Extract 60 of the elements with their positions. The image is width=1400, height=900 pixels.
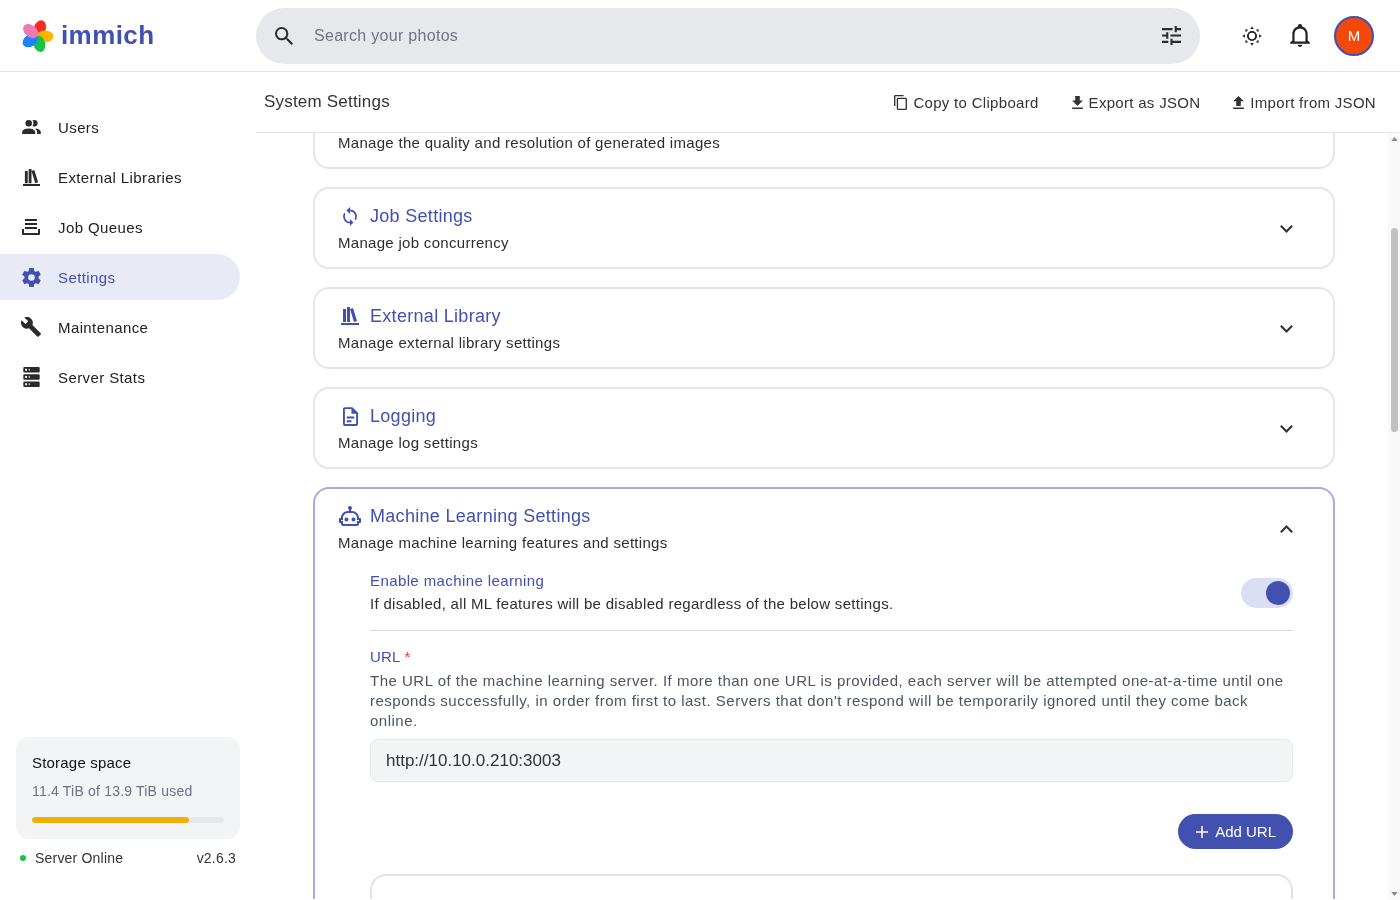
section-title: External Library xyxy=(370,305,501,328)
storage-title: Storage space xyxy=(32,753,133,773)
sidebar-item[interactable]: External Libraries xyxy=(0,154,240,200)
section-title: Logging xyxy=(370,405,437,428)
page-title: System Settings xyxy=(264,92,391,112)
avatar[interactable]: M xyxy=(1334,15,1374,56)
required-mark: * xyxy=(404,647,411,667)
robot-icon xyxy=(339,506,361,526)
chevron-down-icon[interactable] xyxy=(1280,224,1293,233)
document-icon xyxy=(342,406,358,426)
chevron-down-icon[interactable] xyxy=(1280,324,1293,333)
wrench-icon xyxy=(21,317,41,337)
setting-description: If disabled, all ML features will be disabled regardless of the below settings. xyxy=(370,594,895,614)
sidebar-item[interactable]: Users xyxy=(0,104,240,150)
section-description: Manage machine learning features and settings xyxy=(338,533,669,553)
server-icon xyxy=(22,367,40,387)
scrollbar-thumb[interactable] xyxy=(1390,228,1398,432)
bookshelf-icon xyxy=(341,307,359,325)
sidebar-item[interactable]: Settings xyxy=(0,254,240,300)
logo-icon[interactable] xyxy=(20,18,54,53)
app-name[interactable]: immich xyxy=(61,20,155,51)
field-label: URL xyxy=(370,647,401,667)
server-status: Server Online xyxy=(35,850,125,866)
section-description: Manage log settings xyxy=(338,433,479,453)
add-url-button[interactable]: Add URL xyxy=(1178,814,1293,849)
url-input[interactable]: http://10.10.0.210:3003 xyxy=(370,739,1293,782)
storage-usage: 11.4 TiB of 13.9 TiB used xyxy=(32,782,194,801)
scroll-down-icon[interactable] xyxy=(1390,892,1398,896)
field-description: The URL of the machine learning server. If more than one URL is provided, each server will be attempted one-at-a-time until one responds successfully, in order from first to last. Servers that don't respond will be temporarily ignored until they come back online. xyxy=(370,671,1285,731)
section-title: Machine Learning Settings xyxy=(370,505,591,528)
sidebar-item[interactable]: Job Queues xyxy=(0,204,240,250)
bookshelf-icon xyxy=(22,168,40,186)
settings-icon xyxy=(21,267,41,287)
chevron-down-icon[interactable] xyxy=(1280,424,1293,433)
export-button[interactable]: Export as JSON xyxy=(1071,93,1201,111)
section-title: Job Settings xyxy=(370,205,473,228)
sync-icon xyxy=(343,206,357,226)
search-icon[interactable] xyxy=(275,26,293,45)
tray-icon xyxy=(22,219,40,235)
bell-icon[interactable] xyxy=(1290,24,1310,47)
toggle-switch[interactable] xyxy=(1241,577,1293,608)
upload-icon xyxy=(1233,95,1245,109)
section-description: Manage external library settings xyxy=(338,333,562,353)
theme-icon[interactable] xyxy=(1242,25,1262,46)
setting-label: Enable machine learning xyxy=(370,571,546,591)
import-button[interactable]: Import from JSON xyxy=(1233,93,1376,111)
download-icon xyxy=(1071,95,1083,109)
copy-button[interactable]: Copy to Clipboard xyxy=(894,93,1039,111)
scroll-up-icon[interactable] xyxy=(1390,137,1398,141)
plus-icon xyxy=(1196,825,1209,838)
users-icon xyxy=(21,120,41,134)
section-description: Manage job concurrency xyxy=(338,233,510,253)
sidebar-item[interactable]: Server Stats xyxy=(0,354,240,400)
filter-icon[interactable] xyxy=(1162,25,1181,45)
copy-icon xyxy=(894,94,908,110)
section-description: Manage the quality and resolution of generated images xyxy=(338,133,721,153)
sidebar-item[interactable]: Maintenance xyxy=(0,304,240,350)
search-field[interactable]: Search your photos xyxy=(256,7,1200,64)
version-label: v2.6.3 xyxy=(196,850,236,866)
chevron-up-icon[interactable] xyxy=(1280,524,1293,533)
